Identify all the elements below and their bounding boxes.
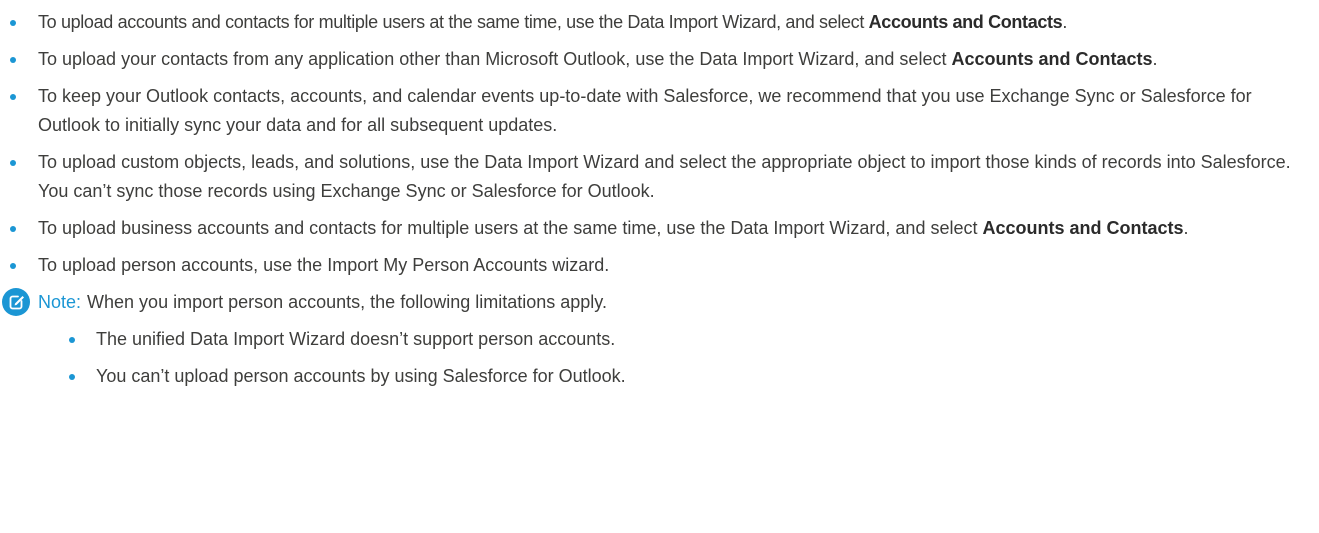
list-item: To keep your Outlook contacts, accounts,… <box>0 82 1319 140</box>
list-item-text: To upload custom objects, leads, and sol… <box>38 152 1291 201</box>
note-item-text: You can’t upload person accounts by usin… <box>96 366 626 386</box>
bullet-dot <box>69 337 75 343</box>
note-sub-list: The unified Data Import Wizard doesn’t s… <box>38 325 1319 391</box>
list-item: To upload your contacts from any applica… <box>0 45 1319 74</box>
bullet-dot <box>10 263 16 269</box>
list-item-text: To upload your contacts from any applica… <box>38 49 952 69</box>
note-item-text: The unified Data Import Wizard doesn’t s… <box>96 329 616 349</box>
bullet-dot <box>10 94 16 100</box>
note-callout: Note: When you import person accounts, th… <box>0 288 1319 391</box>
list-item-suffix: . <box>1152 49 1158 69</box>
bullet-dot <box>10 226 16 232</box>
list-item-suffix: . <box>1062 12 1067 32</box>
bullet-dot <box>10 20 16 26</box>
list-item-bold: Accounts and Contacts <box>982 218 1184 238</box>
bullet-dot <box>10 160 16 166</box>
list-item: To upload person accounts, use the Impor… <box>0 251 1319 280</box>
note-text: When you import person accounts, the fol… <box>87 292 607 312</box>
list-item: To upload custom objects, leads, and sol… <box>0 148 1319 206</box>
note-label: Note: <box>38 292 82 312</box>
list-item-text: To upload business accounts and contacts… <box>38 218 983 238</box>
edit-note-icon <box>2 288 30 316</box>
bullet-dot <box>69 374 75 380</box>
list-item-bold: Accounts and Contacts <box>868 12 1063 32</box>
list-item: To upload accounts and contacts for mult… <box>0 8 1319 37</box>
list-item-text: To keep your Outlook contacts, accounts,… <box>38 86 1252 135</box>
list-item-bold: Accounts and Contacts <box>951 49 1153 69</box>
list-item-suffix: . <box>1183 218 1189 238</box>
list-item: You can’t upload person accounts by usin… <box>38 362 1319 391</box>
bullet-list: To upload accounts and contacts for mult… <box>0 8 1319 280</box>
list-item: The unified Data Import Wizard doesn’t s… <box>38 325 1319 354</box>
bullet-dot <box>10 57 16 63</box>
note-heading: Note: When you import person accounts, th… <box>38 288 1319 317</box>
list-item-text: To upload person accounts, use the Impor… <box>38 255 610 275</box>
document-body: To upload accounts and contacts for mult… <box>0 0 1319 391</box>
list-item: To upload business accounts and contacts… <box>0 214 1319 243</box>
list-item-text: To upload accounts and contacts for mult… <box>38 12 869 32</box>
